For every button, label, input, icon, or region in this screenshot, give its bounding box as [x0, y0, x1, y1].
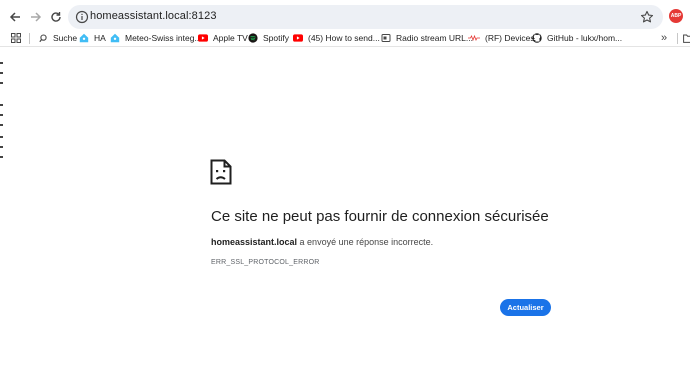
- background-window-edge: [0, 48, 4, 366]
- rf-icon: [468, 33, 480, 43]
- adblock-extension-icon[interactable]: ABP: [669, 9, 683, 23]
- bookmark-label: HA: [94, 33, 106, 43]
- page-icon: [381, 33, 391, 43]
- spotify-icon: [248, 33, 258, 43]
- bookmark-label: GitHub - lukx/hom...: [547, 33, 623, 43]
- bookmark-apple-tv[interactable]: Apple TV: [198, 31, 248, 45]
- bookmark-meteo-swiss[interactable]: Meteo-Swiss integ...: [110, 31, 202, 45]
- bookmark-radio-stream[interactable]: Radio stream URL...: [381, 31, 473, 45]
- broken-page-icon: [210, 159, 232, 185]
- bookmarks-bar: Suche HA Meteo-Swiss integ... Apple TV S…: [0, 29, 690, 47]
- bookmark-label: Apple TV: [213, 33, 248, 43]
- bookmark-rf-devices[interactable]: (RF) Devices: [468, 31, 535, 45]
- apps-grid-icon: [11, 33, 21, 43]
- forward-button[interactable]: [27, 8, 45, 26]
- bookmark-how-to-send[interactable]: (45) How to send...: [293, 31, 380, 45]
- address-bar[interactable]: homeassistant.local:8123: [68, 5, 663, 29]
- bookmark-github[interactable]: GitHub - lukx/hom...: [532, 31, 622, 45]
- reload-page-button[interactable]: Actualiser: [500, 299, 551, 316]
- error-title: Ce site ne peut pas fournir de connexion…: [211, 208, 549, 225]
- home-assistant-icon: [110, 33, 120, 43]
- arrow-left-icon: [9, 12, 20, 22]
- bookmark-suche[interactable]: Suche: [38, 31, 77, 45]
- bookmarks-divider: [677, 33, 678, 44]
- bookmark-label: Radio stream URL...: [396, 33, 473, 43]
- youtube-icon: [198, 33, 208, 43]
- reload-icon: [51, 12, 61, 22]
- github-icon: [532, 33, 542, 43]
- folder-icon: [683, 34, 690, 43]
- error-message: a envoyé une réponse incorrecte.: [297, 237, 434, 247]
- error-host: homeassistant.local: [211, 237, 298, 247]
- home-assistant-icon: [79, 33, 89, 43]
- bookmark-label: Meteo-Swiss integ...: [125, 33, 202, 43]
- bookmark-ha[interactable]: HA: [79, 31, 106, 45]
- url-text[interactable]: homeassistant.local:8123: [90, 10, 217, 22]
- reload-button[interactable]: [47, 8, 65, 26]
- all-bookmarks-button[interactable]: [683, 31, 690, 45]
- back-button[interactable]: [6, 8, 24, 26]
- info-icon[interactable]: [75, 10, 89, 24]
- bookmark-star-icon[interactable]: [640, 10, 654, 24]
- bookmark-spotify[interactable]: Spotify: [248, 31, 289, 45]
- bookmark-label: Spotify: [263, 33, 289, 43]
- error-description: homeassistant.local a envoyé une réponse…: [211, 237, 433, 247]
- bookmarks-divider: [29, 33, 30, 44]
- apps-button[interactable]: [11, 31, 21, 45]
- bookmark-label: (RF) Devices: [485, 33, 535, 43]
- youtube-icon: [293, 33, 303, 43]
- search-icon: [38, 33, 48, 43]
- bookmark-label: Suche: [53, 33, 78, 43]
- bookmarks-overflow-button[interactable]: »: [661, 31, 667, 45]
- error-code: ERR_SSL_PROTOCOL_ERROR: [211, 259, 320, 266]
- arrow-right-icon: [31, 12, 42, 22]
- double-chevron-right-icon: »: [661, 32, 668, 44]
- bookmark-label: (45) How to send...: [308, 33, 380, 43]
